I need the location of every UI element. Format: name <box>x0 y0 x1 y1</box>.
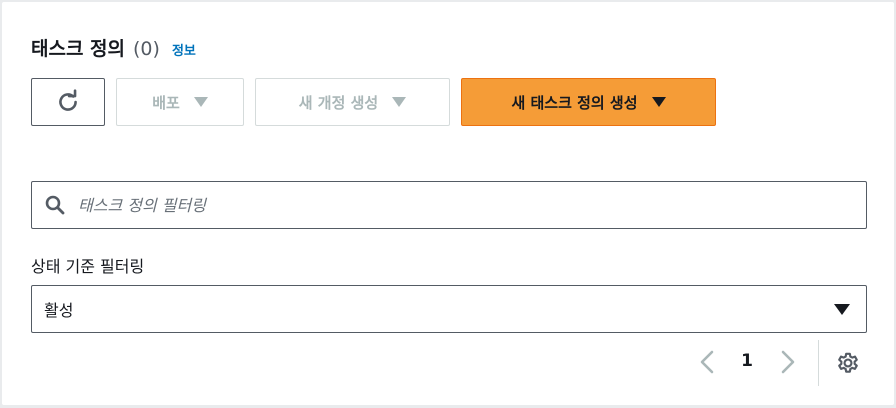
create-revision-label: 새 개정 생성 <box>298 93 379 112</box>
current-page-number[interactable]: 1 <box>737 351 757 371</box>
status-filter-select[interactable]: 활성 <box>31 285 867 333</box>
next-page-icon[interactable] <box>776 349 798 375</box>
gear-icon[interactable] <box>835 350 861 376</box>
search-input[interactable] <box>76 194 840 216</box>
create-task-definition-button[interactable]: 새 태스크 정의 생성 <box>461 78 716 126</box>
panel-header: 태스크 정의 (0) 정보 <box>31 34 196 61</box>
previous-page-icon[interactable] <box>697 349 719 375</box>
search-icon <box>44 194 66 216</box>
status-filter-label: 상태 기준 필터링 <box>31 257 145 276</box>
caret-down-icon <box>651 97 666 107</box>
search-box[interactable] <box>31 181 867 229</box>
caret-down-icon <box>834 303 850 315</box>
caret-down-icon <box>392 97 407 107</box>
deploy-button[interactable]: 배포 <box>116 78 244 126</box>
status-filter-value: 활성 <box>44 301 74 320</box>
refresh-button[interactable] <box>31 78 105 126</box>
task-definitions-panel: 태스크 정의 (0) 정보 배포 새 개정 생성 새 태스크 정의 생성 상태 … <box>2 2 894 405</box>
info-link[interactable]: 정보 <box>172 40 196 59</box>
create-revision-button[interactable]: 새 개정 생성 <box>255 78 450 126</box>
deploy-button-label: 배포 <box>152 93 180 112</box>
caret-down-icon <box>193 97 208 107</box>
item-count: (0) <box>133 38 160 60</box>
refresh-icon <box>59 89 77 111</box>
page-title: 태스크 정의 <box>31 38 126 60</box>
pagination-divider <box>818 340 819 386</box>
create-task-definition-label: 새 태스크 정의 생성 <box>511 93 638 112</box>
